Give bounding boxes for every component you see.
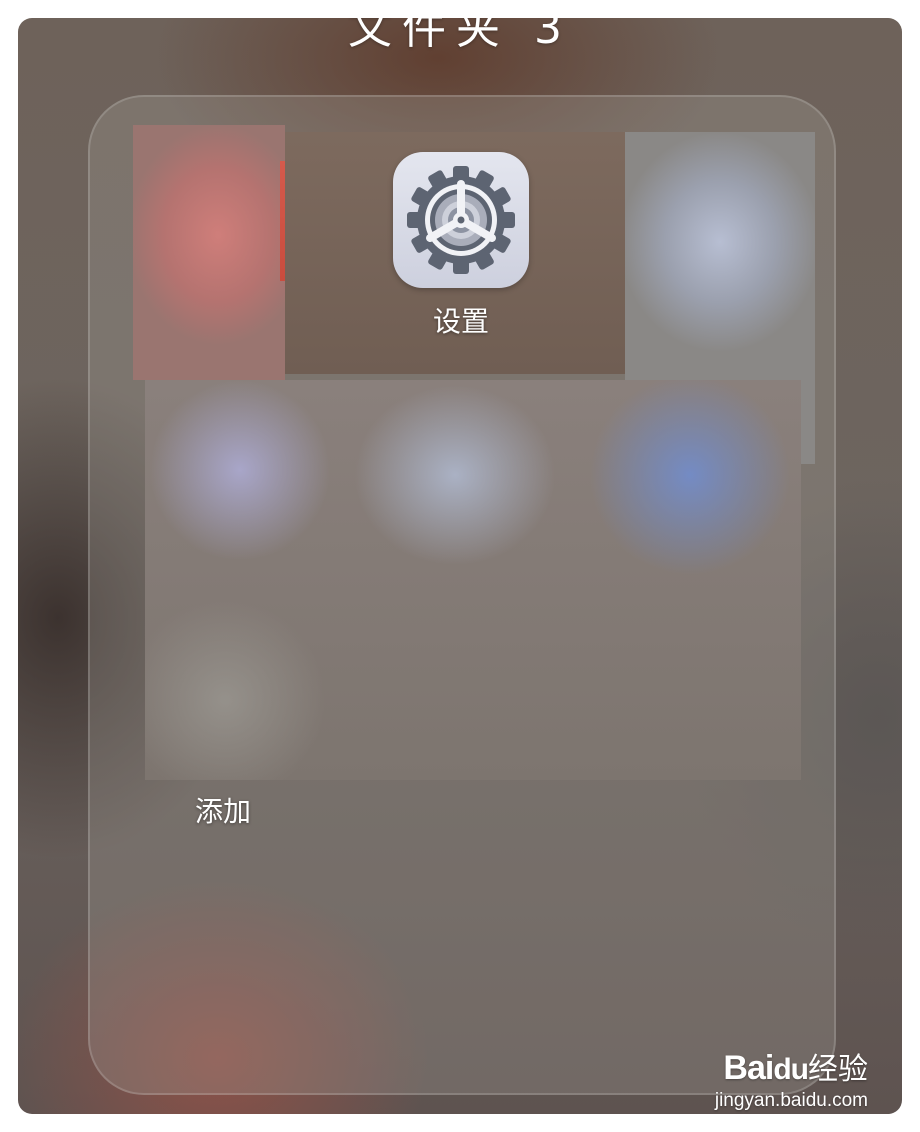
paw-logo-icon: du <box>773 1053 809 1086</box>
home-screen-folder-view: 文件夹 3 设置 添加 Baidu经验 jingyan.baidu.com <box>18 18 902 1114</box>
dragged-app-tile[interactable]: 设置 <box>285 132 625 374</box>
watermark-brand-latin: Bai <box>723 1049 774 1087</box>
watermark-brand: Baidu经验 <box>628 1048 868 1090</box>
settings-app-label: 设置 <box>432 305 489 338</box>
gear-icon <box>407 166 515 274</box>
add-apps-label[interactable]: 添加 <box>158 790 288 830</box>
watermark-brand-cn: 经验 <box>808 1053 868 1086</box>
blurred-app-grid <box>145 380 801 780</box>
settings-app-icon[interactable] <box>393 152 529 288</box>
watermark: Baidu经验 jingyan.baidu.com <box>628 1048 868 1112</box>
blurred-app-icon-red[interactable] <box>133 125 285 380</box>
folder-title[interactable]: 文件夹 3 <box>18 18 902 56</box>
watermark-url: jingyan.baidu.com <box>714 1090 868 1111</box>
